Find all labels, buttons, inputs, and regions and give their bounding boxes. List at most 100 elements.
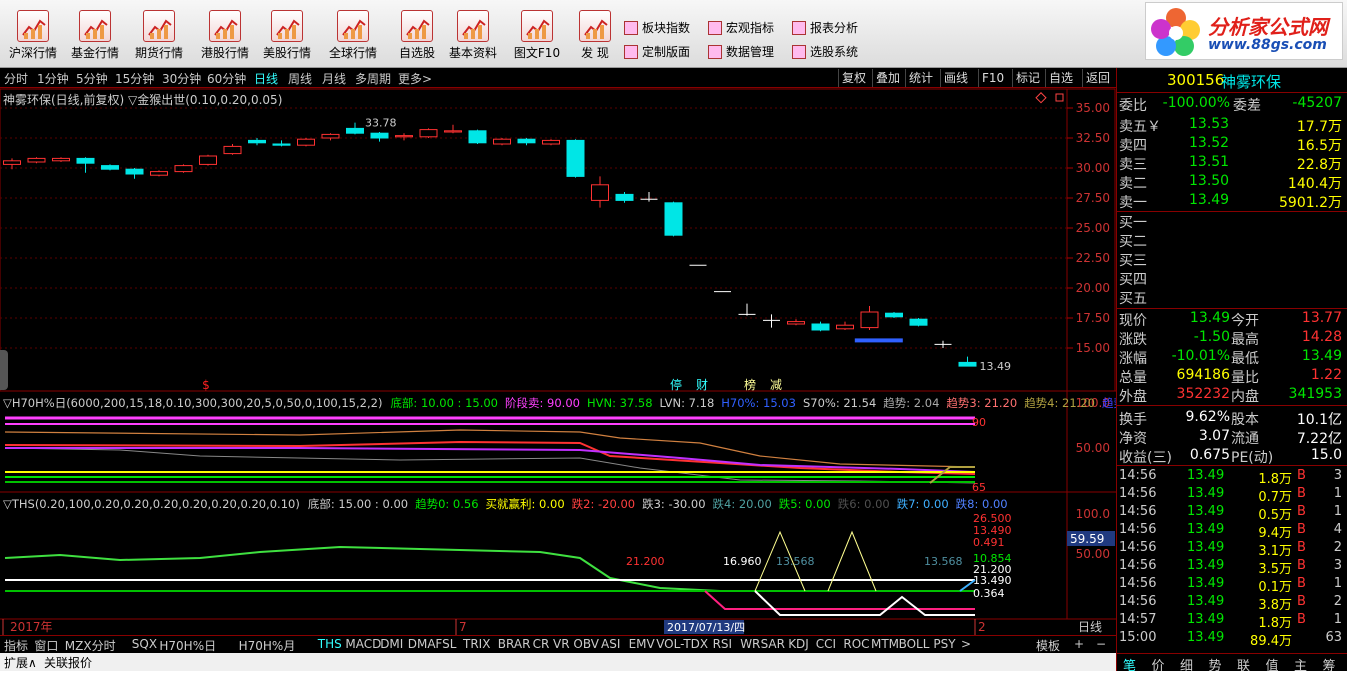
bid-row[interactable]: 买二: [1117, 231, 1347, 250]
indicator-tab-2[interactable]: MZX分时: [65, 637, 116, 654]
candle[interactable]: [591, 176, 609, 208]
candle[interactable]: [370, 132, 389, 142]
candle[interactable]: [468, 129, 487, 144]
toolbar-small-button-1[interactable]: 宏观指标: [706, 18, 774, 38]
candle[interactable]: [174, 164, 193, 173]
candle[interactable]: [395, 133, 413, 141]
period-7[interactable]: 周线: [288, 70, 312, 87]
candle[interactable]: [787, 319, 805, 326]
indicator-tab-12[interactable]: BRAR: [498, 637, 531, 651]
candle[interactable]: [566, 139, 585, 178]
chart-tool-0[interactable]: 复权: [838, 69, 869, 87]
indicator-tab-20[interactable]: WR: [740, 637, 760, 651]
candle[interactable]: [150, 170, 168, 177]
indicator-tab-25[interactable]: MTM: [871, 637, 899, 651]
period-1[interactable]: 1分钟: [37, 70, 69, 87]
indicator-tab-26[interactable]: BOLL: [899, 637, 930, 651]
candle[interactable]: [297, 138, 315, 147]
candle[interactable]: [101, 164, 119, 171]
candle[interactable]: [444, 124, 462, 134]
indicator-tab-17[interactable]: EMV: [629, 637, 655, 651]
candle[interactable]: [248, 138, 266, 146]
toolbar-button-5[interactable]: 全球行情: [324, 6, 382, 64]
indicator-tab-30[interactable]: +: [1074, 637, 1084, 651]
chart-tool-7[interactable]: 返回: [1082, 69, 1113, 87]
indicator-tab-13[interactable]: CR: [533, 637, 550, 651]
candle[interactable]: [738, 303, 756, 316]
indicator-tab-31[interactable]: −: [1096, 637, 1106, 651]
period-0[interactable]: 分时: [4, 70, 28, 87]
candle[interactable]: [542, 139, 560, 146]
candle[interactable]: [885, 312, 903, 318]
bid-row[interactable]: 买一: [1117, 212, 1347, 231]
candle[interactable]: [934, 340, 952, 348]
candle[interactable]: [223, 144, 242, 155]
candle[interactable]: [517, 138, 536, 146]
toolbar-button-7[interactable]: 基本资料: [444, 6, 502, 64]
collapse-handle[interactable]: [0, 350, 8, 390]
indicator-tab-19[interactable]: RSI: [713, 637, 733, 651]
toolbar-small-button-2[interactable]: 报表分析: [790, 18, 858, 38]
toolbar-button-0[interactable]: 沪深行情: [4, 6, 62, 64]
toolbar-small-button-3[interactable]: 定制版面: [622, 42, 690, 62]
indicator-tab-15[interactable]: OBV: [573, 637, 599, 651]
indicator-tab-27[interactable]: PSY: [933, 637, 955, 651]
candle[interactable]: [811, 321, 830, 332]
period-9[interactable]: 多周期: [355, 70, 391, 87]
indicator-tab-8[interactable]: DMI: [380, 637, 403, 651]
candle[interactable]: [836, 321, 854, 330]
candle[interactable]: [615, 192, 634, 203]
chart-tool-2[interactable]: 统计: [905, 69, 936, 87]
toolbar-button-4[interactable]: 美股行情: [258, 6, 316, 64]
indicator-tab-4[interactable]: H70H%日: [159, 637, 216, 654]
indicator-tab-9[interactable]: DMA: [408, 637, 436, 651]
chart-tool-1[interactable]: 叠加: [872, 69, 903, 87]
candle[interactable]: [419, 128, 438, 138]
candle[interactable]: [493, 138, 511, 146]
period-3[interactable]: 15分钟: [115, 70, 154, 87]
toolbar-small-button-0[interactable]: 板块指数: [622, 18, 690, 38]
candle[interactable]: [125, 168, 144, 179]
candle[interactable]: [27, 157, 46, 164]
indicator-tab-3[interactable]: SQX: [132, 637, 157, 651]
period-10[interactable]: 更多>: [398, 70, 432, 87]
candle[interactable]: [199, 154, 217, 166]
period-6[interactable]: 日线: [254, 70, 278, 87]
chart-tool-4[interactable]: F10: [978, 69, 1007, 87]
toolbar-button-8[interactable]: 图文F10: [508, 6, 566, 64]
chart-tool-6[interactable]: 自选: [1045, 69, 1076, 87]
ask-row[interactable]: 卖四 13.52 16.5万: [1117, 135, 1347, 154]
indicator-tab-21[interactable]: SAR: [761, 637, 785, 651]
indicator-tab-6[interactable]: THS: [318, 637, 342, 651]
indicator-tab-14[interactable]: VR: [553, 637, 570, 651]
bid-row[interactable]: 买三: [1117, 250, 1347, 269]
indicator-tab-18[interactable]: VOL-TDX: [656, 637, 708, 651]
indicator-formula[interactable]: ▽H70H%日(6000,200,15,18,0.10,300,300,20,5…: [3, 396, 382, 410]
candle[interactable]: [640, 192, 658, 202]
indicator-tab-0[interactable]: 指标: [4, 637, 28, 654]
toolbar-button-9[interactable]: 发 现: [566, 6, 624, 64]
indicator-tab-11[interactable]: TRIX: [463, 637, 490, 651]
ask-row[interactable]: 卖二 13.50 140.4万: [1117, 173, 1347, 192]
ask-row[interactable]: 卖五￥ 13.53 17.7万: [1117, 116, 1347, 135]
candle[interactable]: [763, 314, 780, 328]
period-2[interactable]: 5分钟: [76, 70, 108, 87]
expand-button[interactable]: 扩展∧: [4, 654, 37, 671]
candle[interactable]: [664, 201, 683, 237]
candle[interactable]: [346, 122, 364, 135]
indicator-tab-22[interactable]: KDJ: [788, 637, 809, 651]
ask-row[interactable]: 卖一 13.49 5901.2万: [1117, 192, 1347, 211]
indicator-tab-23[interactable]: CCI: [816, 637, 836, 651]
candle[interactable]: [76, 157, 95, 173]
period-4[interactable]: 30分钟: [162, 70, 201, 87]
indicator-tab-24[interactable]: ROC: [843, 637, 869, 651]
indicator-tab-5[interactable]: H70H%月: [239, 637, 296, 654]
period-5[interactable]: 60分钟: [207, 70, 246, 87]
related-quote-button[interactable]: 关联报价: [44, 654, 92, 671]
bid-row[interactable]: 买四: [1117, 269, 1347, 288]
bid-row[interactable]: 买五: [1117, 288, 1347, 307]
indicator-tab-28[interactable]: >: [961, 637, 971, 651]
toolbar-button-3[interactable]: 港股行情: [196, 6, 254, 64]
indicator-tab-16[interactable]: ASI: [601, 637, 620, 651]
chart-tool-5[interactable]: 标记: [1012, 69, 1043, 87]
